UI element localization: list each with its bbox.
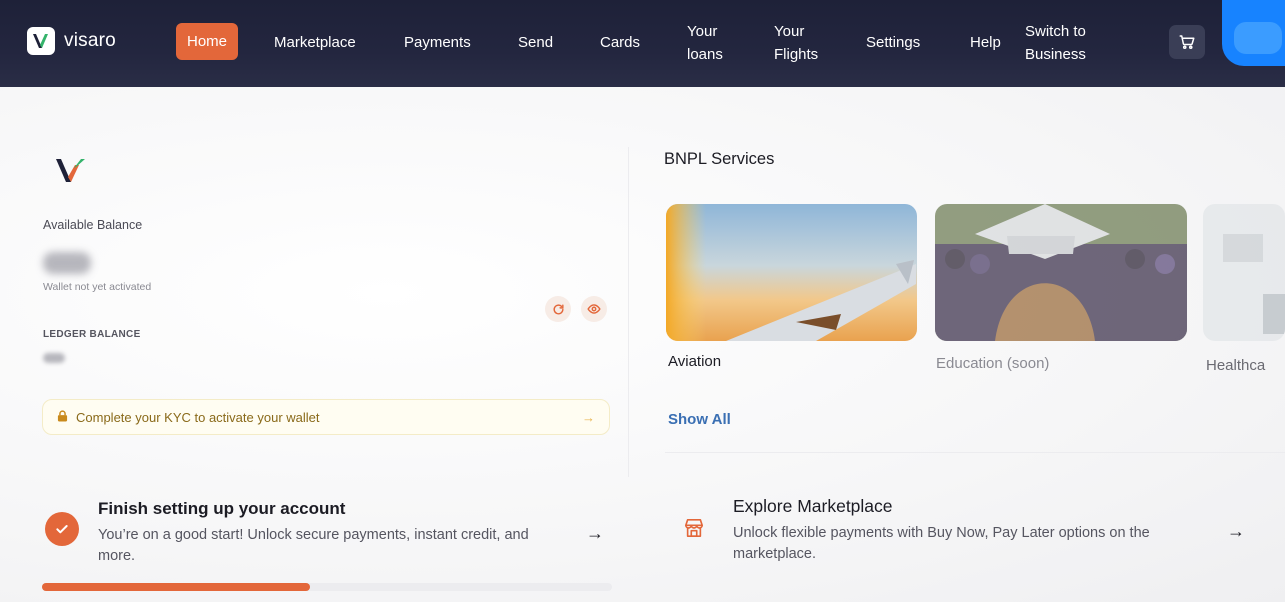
setup-arrow-button[interactable]: →	[586, 523, 604, 544]
eye-icon	[587, 304, 601, 314]
setup-progress-bar	[42, 583, 612, 591]
bnpl-education-label: Education (soon)	[936, 355, 1050, 372]
bnpl-title: BNPL Services	[664, 150, 775, 168]
nav-cards[interactable]: Cards	[600, 31, 640, 54]
section-divider	[665, 452, 1285, 453]
setup-progress-fill	[42, 583, 310, 591]
nav-marketplace[interactable]: Marketplace	[274, 31, 356, 54]
store-icon	[681, 515, 707, 541]
nav-settings[interactable]: Settings	[866, 31, 920, 54]
nav-your-flights-line2: Flights	[774, 46, 819, 63]
bnpl-healthcare-card[interactable]	[1203, 204, 1285, 341]
education-image	[935, 204, 1187, 341]
bnpl-aviation-card[interactable]	[666, 204, 917, 341]
nav-your-loans[interactable]: Your loans	[687, 20, 723, 66]
healthcare-image	[1203, 204, 1285, 341]
kyc-banner[interactable]: Complete your KYC to activate your walle…	[42, 399, 610, 435]
nav-your-flights-line1: Your	[774, 23, 805, 40]
setup-description: You’re on a good start! Unlock secure pa…	[98, 527, 529, 564]
top-navigation-bar: visaro Home Marketplace Payments Send Ca…	[0, 0, 1285, 87]
available-balance-value	[43, 252, 91, 274]
bnpl-healthcare-label: Healthca	[1206, 357, 1266, 374]
setup-check-icon	[45, 512, 79, 546]
bnpl-aviation-label: Aviation	[668, 353, 722, 370]
explore-description: Unlock flexible payments with Buy Now, P…	[733, 525, 1150, 562]
bnpl-education-card[interactable]	[935, 204, 1187, 341]
aviation-image	[666, 204, 917, 341]
nav-help[interactable]: Help	[970, 31, 1001, 54]
main-content: Available Balance Wallet not yet activat…	[0, 87, 1285, 602]
ledger-balance-label: LEDGER BALANCE	[43, 329, 141, 340]
setup-title: Finish setting up your account	[98, 499, 346, 518]
user-avatar[interactable]	[1222, 0, 1285, 66]
nav-home[interactable]: Home	[176, 23, 239, 60]
lock-icon	[57, 409, 68, 425]
nav-your-loans-line2: loans	[687, 46, 723, 63]
toggle-balance-visibility-button[interactable]	[581, 296, 607, 322]
available-balance-label: Available Balance	[43, 218, 143, 232]
nav-payments[interactable]: Payments	[404, 31, 471, 54]
nav-your-flights[interactable]: Your Flights	[774, 20, 818, 66]
explore-title: Explore Marketplace	[733, 496, 893, 516]
ledger-balance-value	[43, 353, 65, 363]
explore-arrow-button[interactable]: →	[1227, 521, 1245, 542]
nav-your-loans-line1: Your	[687, 23, 718, 40]
nav-send[interactable]: Send	[518, 31, 553, 54]
column-divider	[628, 147, 629, 477]
kyc-message: Complete your KYC to activate your walle…	[76, 409, 320, 425]
nav-switch-to-business[interactable]: Switch to Business	[1025, 20, 1086, 66]
wallet-logo-icon	[55, 157, 87, 188]
refresh-balance-button[interactable]	[545, 296, 571, 322]
cart-button[interactable]	[1169, 25, 1205, 59]
cart-icon	[1179, 35, 1195, 50]
brand-logo-icon	[27, 27, 55, 55]
bnpl-show-all-link[interactable]: Show All	[668, 411, 731, 428]
brand[interactable]: visaro	[27, 27, 116, 55]
nav-switch-line1: Switch to	[1025, 23, 1086, 40]
brand-name: visaro	[64, 30, 116, 51]
wallet-status-note: Wallet not yet activated	[43, 281, 152, 293]
kyc-arrow-icon: →	[582, 409, 595, 425]
nav-switch-line2: Business	[1025, 46, 1086, 63]
refresh-icon	[552, 303, 564, 314]
